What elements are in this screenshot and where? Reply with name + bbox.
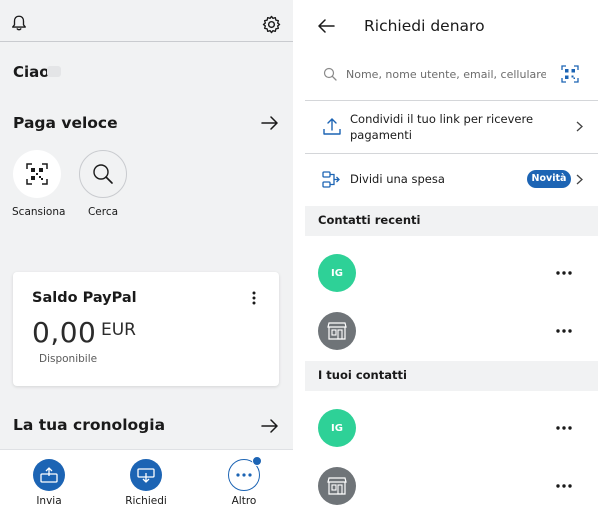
contact-row[interactable]: IG — [305, 391, 598, 465]
nav-send-circle[interactable] — [33, 459, 65, 491]
recent-contacts-header: Contatti recenti — [305, 206, 598, 236]
search-icon — [93, 164, 113, 184]
avatar — [318, 467, 356, 505]
more-options-icon[interactable] — [556, 426, 572, 430]
new-badge: Novità — [527, 170, 571, 188]
search-icon — [323, 67, 337, 81]
request-money-icon — [137, 468, 155, 483]
avatar: IG — [318, 254, 356, 292]
contact-row[interactable] — [305, 310, 598, 362]
more-options-icon[interactable] — [556, 484, 572, 488]
recent-contacts-title: Contatti recenti — [318, 213, 421, 227]
nav-request-circle[interactable] — [130, 459, 162, 491]
search-label: Cerca — [87, 206, 119, 218]
your-contacts-title: I tuoi contatti — [318, 368, 407, 382]
more-icon — [236, 473, 252, 477]
share-link-row[interactable]: Condividi il tuo link per ricevere pagam… — [305, 101, 598, 153]
app-root: Ciao Paga veloce Scansiona Cerca Saldo P… — [0, 0, 610, 505]
balance-amount: 0,00 — [32, 316, 97, 349]
shop-icon — [327, 477, 347, 495]
home-top-bar — [0, 0, 293, 42]
greeting-text: Ciao — [13, 63, 50, 81]
nav-send-label: Invia — [36, 495, 62, 505]
balance-currency: EUR — [101, 320, 136, 340]
send-money-icon — [40, 467, 58, 483]
notification-dot — [252, 456, 262, 466]
contact-row[interactable]: IG — [305, 236, 598, 310]
chevron-right-icon — [576, 174, 583, 185]
blurred-username — [47, 66, 61, 77]
page-title: Richiedi denaro — [364, 17, 485, 35]
shop-icon — [327, 322, 347, 340]
split-icon — [322, 171, 340, 188]
share-link-label: Condividi il tuo link per ricevere pagam… — [350, 112, 534, 142]
scan-button[interactable]: Scansiona — [12, 150, 66, 218]
quick-pay-arrow-icon[interactable] — [261, 116, 279, 130]
request-panel: Richiedi denaro Condividi il tuo — [305, 0, 598, 505]
search-button[interactable]: Cerca — [78, 150, 128, 218]
nav-request[interactable]: Richiedi — [116, 459, 176, 505]
split-expense-label: Dividi una spesa — [350, 172, 445, 186]
contact-row[interactable] — [305, 465, 598, 505]
chevron-right-icon — [576, 121, 583, 132]
avatar: IG — [318, 409, 356, 447]
quick-pay-title: Paga veloce — [13, 114, 118, 132]
scan-label: Scansiona — [12, 206, 66, 218]
qr-code-icon[interactable] — [561, 65, 579, 83]
nav-request-label: Richiedi — [125, 495, 167, 505]
history-title: La tua cronologia — [13, 416, 166, 434]
scan-circle[interactable] — [13, 150, 61, 198]
contact-search[interactable] — [305, 56, 598, 96]
balance-card[interactable]: Saldo PayPal 0,00 EUR Disponibile — [13, 272, 279, 386]
nav-more-circle[interactable] — [228, 456, 262, 491]
nav-send[interactable]: Invia — [19, 459, 79, 505]
balance-title: Saldo PayPal — [32, 290, 137, 306]
home-panel: Ciao Paga veloce Scansiona Cerca Saldo P… — [0, 0, 293, 505]
nav-more[interactable]: Altro — [214, 456, 274, 505]
avatar — [318, 312, 356, 350]
share-icon — [323, 118, 341, 135]
gear-icon[interactable] — [262, 15, 281, 34]
balance-status: Disponibile — [39, 353, 98, 365]
bottom-nav: Invia Richiedi Altro — [0, 449, 293, 505]
kebab-menu-icon[interactable] — [251, 291, 257, 305]
back-arrow-icon[interactable] — [317, 19, 335, 33]
search-input[interactable] — [346, 64, 546, 84]
more-options-icon[interactable] — [556, 329, 572, 333]
search-circle[interactable] — [79, 150, 127, 198]
nav-more-label: Altro — [231, 495, 257, 505]
qr-scan-icon — [26, 163, 48, 185]
panel-gap — [293, 0, 305, 505]
history-arrow-icon[interactable] — [261, 419, 279, 433]
your-contacts-header: I tuoi contatti — [305, 361, 598, 391]
more-options-icon[interactable] — [556, 271, 572, 275]
bell-icon[interactable] — [10, 14, 28, 32]
